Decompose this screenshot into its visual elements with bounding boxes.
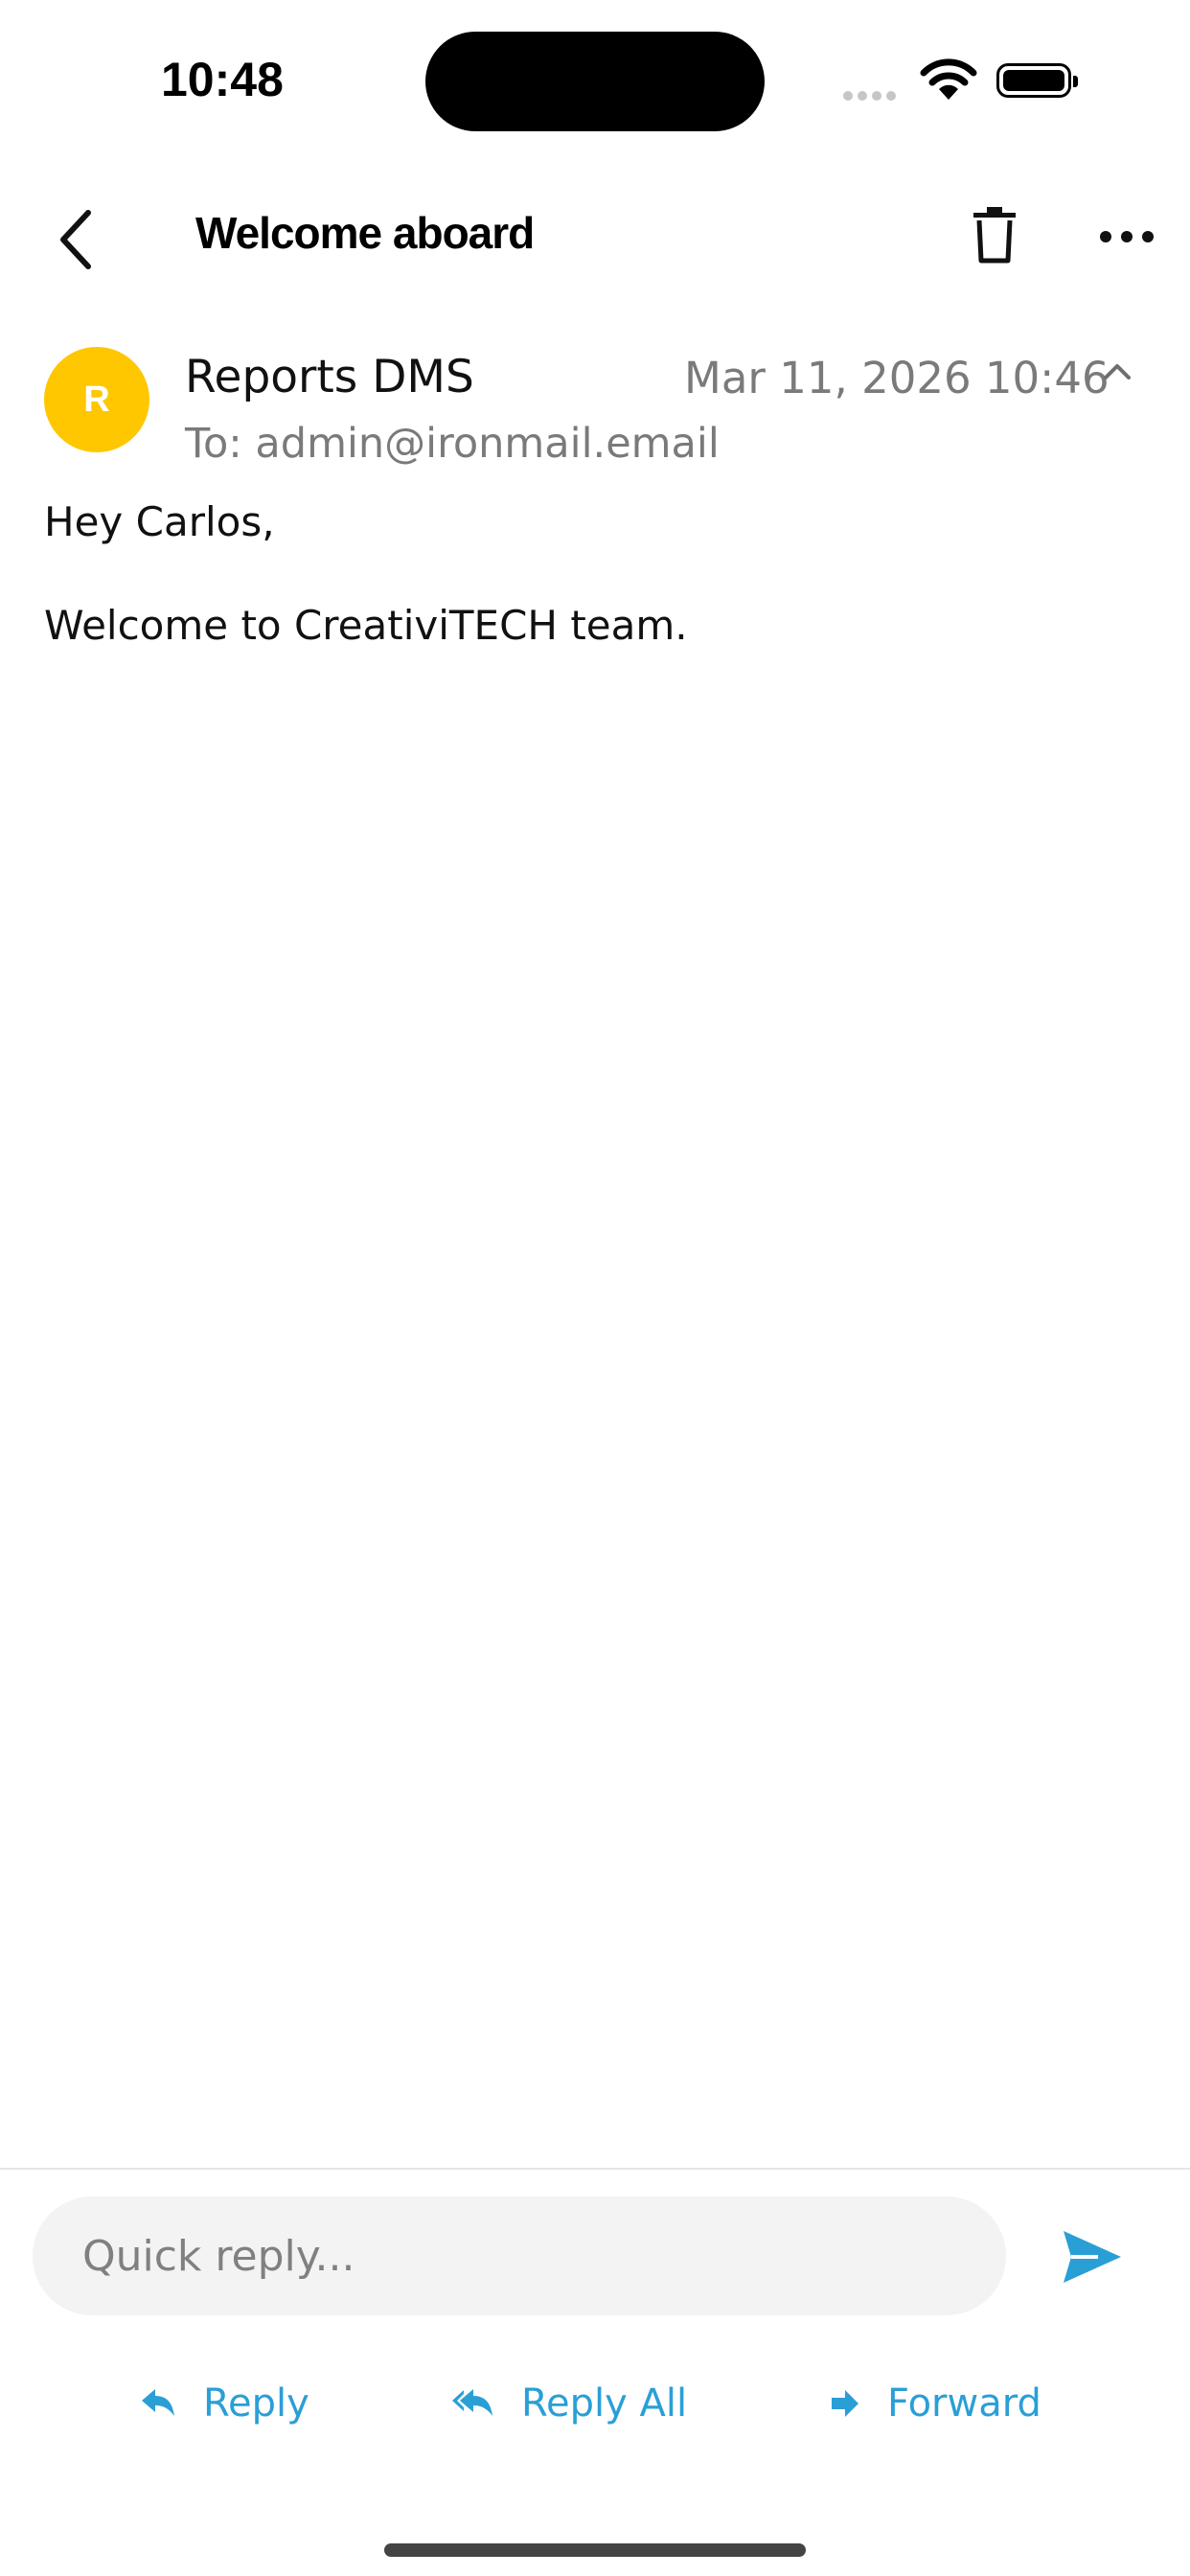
trash-icon xyxy=(973,207,1016,264)
home-indicator[interactable] xyxy=(384,2543,806,2557)
battery-icon xyxy=(996,63,1078,98)
recipient-line: To: admin@ironmail.email xyxy=(185,420,720,468)
reply-button[interactable]: Reply xyxy=(140,2375,309,2432)
more-icon xyxy=(1100,231,1154,242)
cellular-signal-icon xyxy=(843,86,901,104)
send-button[interactable] xyxy=(1058,2223,1125,2290)
sender-name: Reports DMS xyxy=(185,351,474,403)
body-text: Welcome to CreativiTECH team. xyxy=(44,602,688,649)
back-icon xyxy=(60,210,91,269)
more-options-button[interactable] xyxy=(1096,222,1157,251)
dynamic-island xyxy=(425,32,765,131)
forward-button[interactable]: Forward xyxy=(830,2375,1041,2432)
sender-avatar: R xyxy=(44,347,149,452)
forward-label: Forward xyxy=(887,2381,1041,2426)
delete-button[interactable] xyxy=(968,205,1021,266)
reply-icon xyxy=(142,2389,174,2416)
status-time: 10:48 xyxy=(161,53,284,106)
reply-all-icon xyxy=(452,2389,492,2416)
body-greeting: Hey Carlos, xyxy=(44,498,275,545)
message-date: Mar 11, 2026 10:46 xyxy=(684,353,1110,403)
wifi-icon xyxy=(920,58,977,100)
forward-icon xyxy=(832,2390,858,2417)
back-button[interactable] xyxy=(48,201,105,278)
footer-divider xyxy=(0,2168,1190,2170)
quick-reply-input[interactable] xyxy=(33,2196,1006,2315)
reply-label: Reply xyxy=(203,2381,309,2426)
reply-all-label: Reply All xyxy=(521,2381,688,2426)
page-title: Welcome aboard xyxy=(195,208,535,258)
reply-all-button[interactable]: Reply All xyxy=(450,2375,687,2432)
collapse-details-button[interactable] xyxy=(1100,356,1134,385)
chevron-up-icon xyxy=(1104,364,1131,380)
